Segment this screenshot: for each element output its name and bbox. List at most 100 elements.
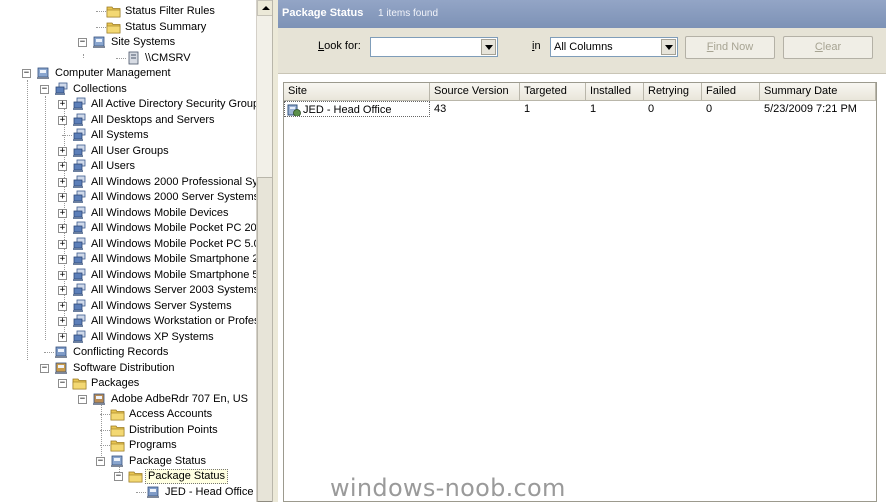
tree-item[interactable]: + All Windows 2000 Server Systems xyxy=(0,190,259,205)
in-columns-select[interactable]: All Columns xyxy=(550,37,678,57)
tree-item[interactable]: + All Windows Mobile Smartphone 2003 xyxy=(0,252,272,267)
tree-item[interactable]: + All Active Directory Security Groups xyxy=(0,97,265,112)
tree-item-label: Conflicting Records xyxy=(73,346,169,358)
tree-connector-line xyxy=(44,352,54,353)
tree-item[interactable]: + All Windows Server 2003 Systems xyxy=(0,283,259,298)
tree-item-label: All Windows Mobile Smartphone 2003 xyxy=(91,253,272,265)
expand-icon[interactable]: + xyxy=(58,270,67,280)
tree-item[interactable]: + All Desktops and Servers xyxy=(0,113,256,128)
tree-item[interactable]: Status Summary xyxy=(0,20,256,35)
tree-item[interactable]: − Packages xyxy=(0,376,256,391)
collection-icon xyxy=(73,97,86,110)
tree-item[interactable]: Status Filter Rules xyxy=(0,4,256,19)
collapse-icon[interactable]: − xyxy=(78,394,87,404)
tree-item[interactable]: + All Windows Mobile Devices xyxy=(0,206,256,221)
expand-icon[interactable]: + xyxy=(58,100,67,109)
tree-item-label: All Windows 2000 Professional Systems xyxy=(91,175,272,188)
collapse-icon[interactable]: − xyxy=(58,379,67,388)
expand-icon[interactable]: + xyxy=(58,301,67,311)
expand-icon[interactable]: + xyxy=(58,286,67,295)
chevron-down-icon[interactable] xyxy=(481,39,496,55)
console-tree: Status Filter Rules Status Summary − Site S… xyxy=(0,0,272,502)
clear-button[interactable]: Clear xyxy=(783,36,873,59)
package-status-list[interactable]: Site Source Version Targeted Installed R… xyxy=(283,82,877,502)
tree-item-label: Site Systems xyxy=(111,36,176,48)
items-found-count: 1 items found xyxy=(378,8,439,19)
expand-icon[interactable]: + xyxy=(58,193,67,202)
expand-icon[interactable]: + xyxy=(58,255,67,264)
tree-item[interactable]: − Software Distribution xyxy=(0,361,256,376)
tree-item[interactable]: + All Windows Workstation or Professional… xyxy=(0,314,272,329)
tree-connector-line xyxy=(136,491,146,493)
tree-item[interactable]: + All Windows Server Systems xyxy=(0,299,256,314)
expand-icon[interactable]: + xyxy=(58,239,67,249)
tree-connector-line xyxy=(96,26,106,28)
tree-item[interactable]: Conflicting Records xyxy=(0,345,256,360)
chevron-down-icon[interactable] xyxy=(661,39,676,55)
tree-item[interactable]: + All Windows 2000 Professional Systems xyxy=(0,175,272,190)
collapse-icon[interactable]: − xyxy=(22,69,31,78)
find-now-button[interactable]: Find Now xyxy=(685,36,775,59)
column-header-summary-date[interactable]: Summary Date xyxy=(760,83,876,101)
tree-item[interactable]: − Adobe AdbeRdr 707 En, US xyxy=(0,392,256,407)
tree-item[interactable]: − Collections xyxy=(0,82,256,97)
table-row[interactable]: JED - Head Office 43 1 1 0 0 5/23/2009 7… xyxy=(284,101,876,117)
collapse-icon[interactable]: − xyxy=(96,456,105,466)
tree-item[interactable]: − Package Status xyxy=(0,454,256,469)
tree-item-label: All Active Directory Security Groups xyxy=(91,98,265,110)
tree-rows: Status Filter Rules Status Summary − Site S… xyxy=(0,0,272,502)
tree-item-label: \\CMSRV xyxy=(145,51,191,64)
tree-item[interactable]: + All Windows Mobile Pocket PC 2003 xyxy=(0,221,269,236)
tree-item-label: Distribution Points xyxy=(129,423,218,436)
collapse-icon[interactable]: − xyxy=(40,363,49,373)
cell-targeted: 1 xyxy=(524,103,531,115)
tree-item[interactable]: All Systems xyxy=(0,128,256,143)
collapse-icon[interactable]: − xyxy=(40,84,49,94)
expand-icon[interactable]: + xyxy=(58,317,67,326)
column-header-retrying[interactable]: Retrying xyxy=(644,83,702,101)
packages-folder-icon xyxy=(72,378,87,390)
column-header-targeted[interactable]: Targeted xyxy=(520,83,586,101)
tree-item-label: JED - Head Office xyxy=(165,485,254,498)
cell-site[interactable]: JED - Head Office xyxy=(284,101,430,117)
tree-item-label: All Windows Workstation or Professional … xyxy=(91,315,272,327)
tree-item[interactable]: + All Windows Mobile Smartphone 5.0 xyxy=(0,268,268,283)
tree-item-label: Adobe AdbeRdr 707 En, US xyxy=(111,392,248,405)
tree-item[interactable]: − Computer Management xyxy=(0,66,256,81)
expand-icon[interactable]: + xyxy=(58,115,67,125)
scroll-up-arrow-icon[interactable] xyxy=(257,0,272,16)
watermark-text: windows-noob.com xyxy=(330,474,566,502)
tree-item[interactable]: − Package Status xyxy=(0,469,256,484)
expand-icon[interactable]: + xyxy=(58,146,67,156)
scrollbar-thumb[interactable] xyxy=(257,177,272,502)
collapse-icon[interactable]: − xyxy=(78,38,87,47)
tree-item[interactable]: + All Users xyxy=(0,159,256,174)
tree-item-label: All Windows Mobile Smartphone 5.0 xyxy=(91,268,268,281)
look-for-combobox[interactable] xyxy=(370,37,498,57)
folder-status-icon xyxy=(106,22,121,33)
collection-icon xyxy=(73,113,86,126)
expand-icon[interactable]: + xyxy=(58,224,67,233)
tree-item[interactable]: Distribution Points xyxy=(0,423,256,438)
tree-item[interactable]: + All Windows XP Systems xyxy=(0,330,256,345)
tree-vertical-scrollbar[interactable] xyxy=(256,0,272,502)
expand-icon[interactable]: + xyxy=(58,332,67,342)
expand-icon[interactable]: + xyxy=(58,162,67,171)
tree-item[interactable]: Programs xyxy=(0,438,256,453)
tree-item[interactable]: + All Windows Mobile Pocket PC 5.0 Device… xyxy=(0,237,272,252)
tree-item[interactable]: JED - Head Office xyxy=(0,485,256,500)
tree-item[interactable]: \\CMSRV xyxy=(0,51,256,66)
tree-item[interactable]: + All User Groups xyxy=(0,144,256,159)
column-header-failed[interactable]: Failed xyxy=(702,83,760,101)
collapse-icon[interactable]: − xyxy=(114,472,123,481)
collection-icon xyxy=(73,221,86,234)
collection-icon xyxy=(73,206,86,219)
tree-item[interactable]: Access Accounts xyxy=(0,407,256,422)
column-header-site[interactable]: Site xyxy=(284,83,430,101)
expand-icon[interactable]: + xyxy=(58,177,67,187)
expand-icon[interactable]: + xyxy=(58,208,67,218)
column-header-installed[interactable]: Installed xyxy=(586,83,644,101)
column-header-source-version[interactable]: Source Version xyxy=(430,83,520,101)
tree-item[interactable]: − Site Systems xyxy=(0,35,256,50)
tree-connector-line xyxy=(100,445,110,446)
